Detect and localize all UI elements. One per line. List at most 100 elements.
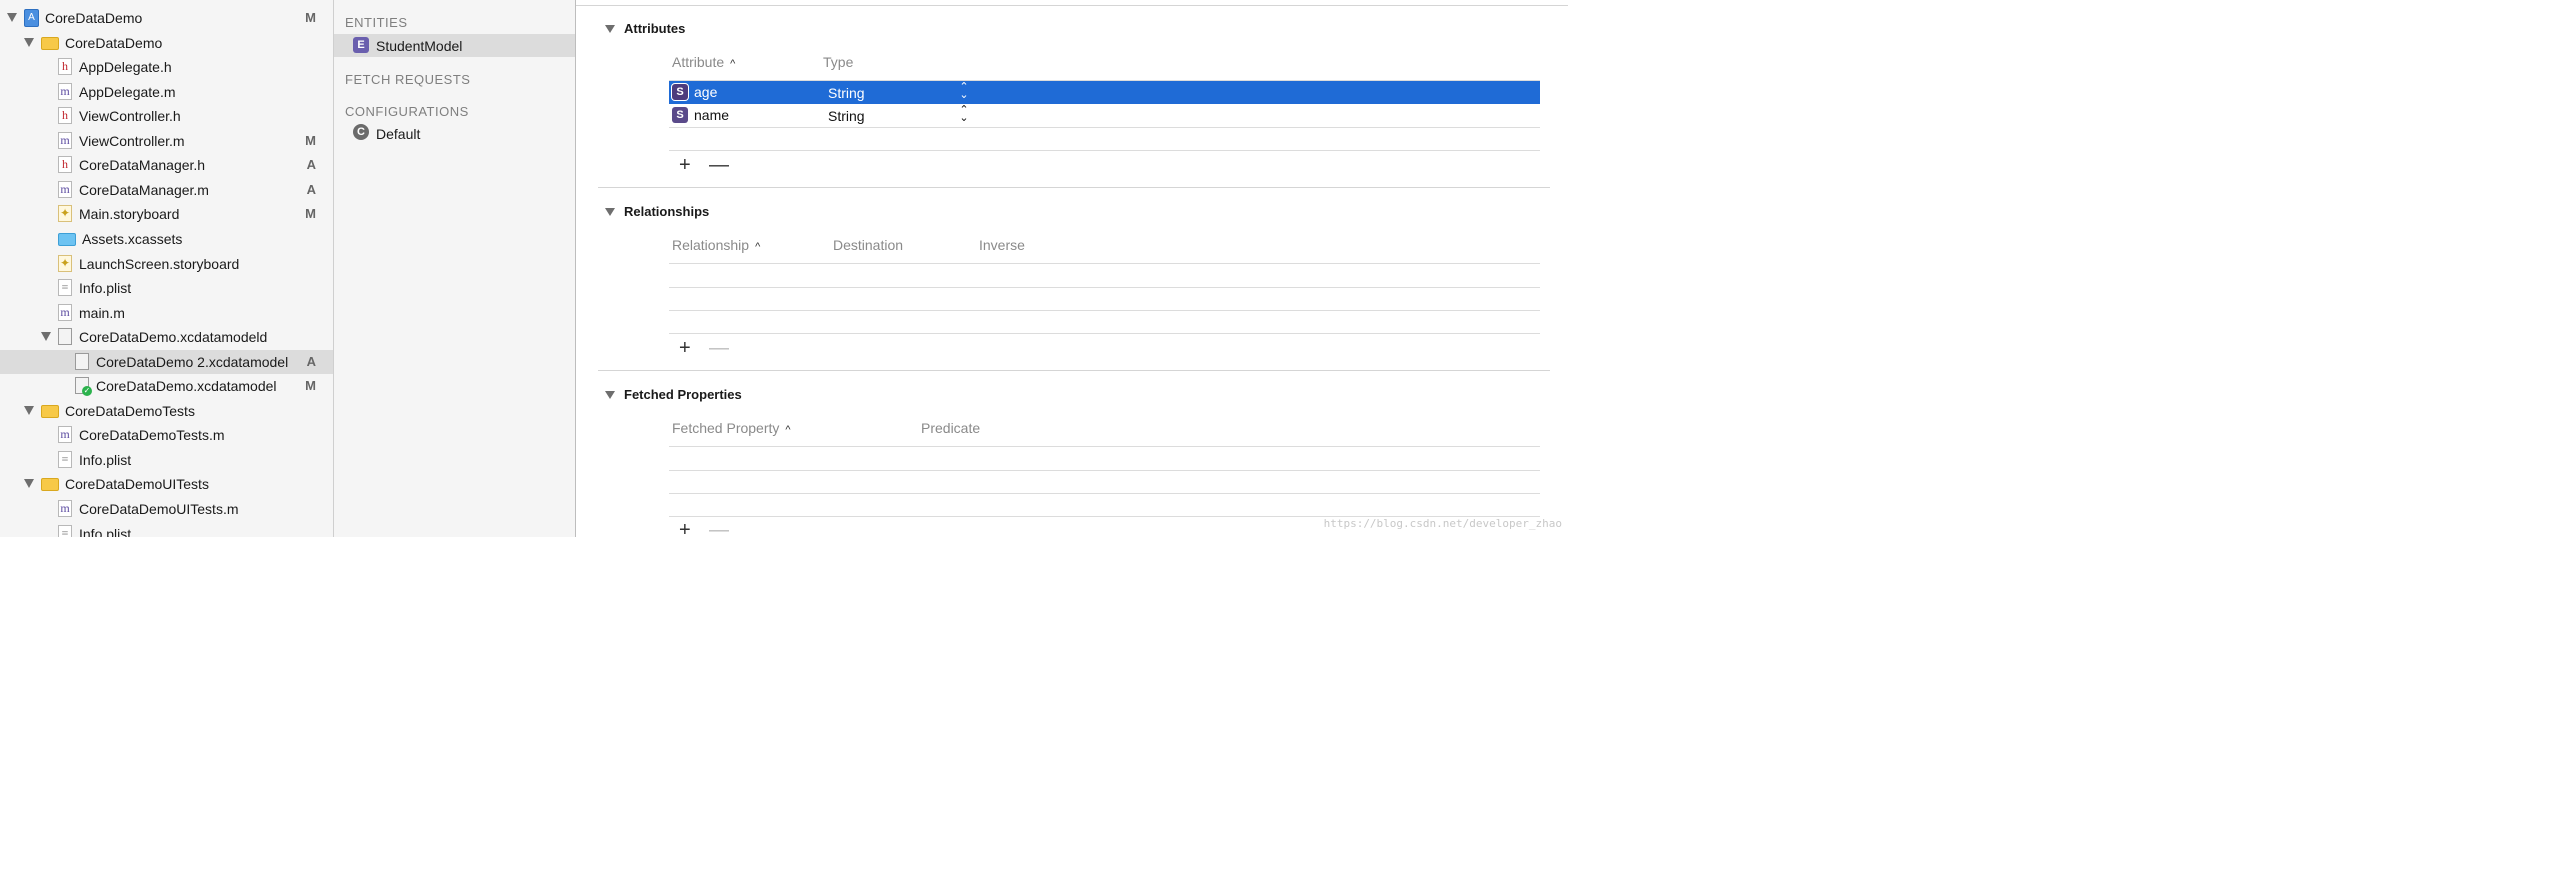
attribute-name[interactable]: age [694,84,717,100]
navigator-row[interactable]: m CoreDataDemoTests.m [0,423,333,447]
disclosure-triangle-icon[interactable] [24,405,34,415]
navigator-item-label: CoreDataDemo [45,10,143,26]
navigator-row[interactable]: m ViewController.m M [0,129,333,153]
navigator-item-label: CoreDataDemo 2.xcdatamodel [96,353,289,370]
fetched-property-column-header[interactable]: Fetched Property ^ [672,420,791,436]
navigator-item-label: Info.plist [79,525,132,537]
scm-status-badge: M [305,10,316,25]
disclosure-triangle-icon[interactable] [7,13,17,22]
fetched-property-column-label: Fetched Property [672,420,780,436]
scm-status-badge: M [305,132,316,148]
navigator-row[interactable]: Assets.xcassets [0,227,333,251]
disclosure-triangle-icon[interactable] [24,37,34,47]
navigator-item-label: Main.storyboard [79,206,180,223]
row-divider [669,493,1540,494]
storyboard-icon: ✦ [58,254,72,272]
row-divider [669,310,1540,311]
add-relationship-button[interactable]: + [679,338,691,358]
fetched-properties-disclosure-icon[interactable] [605,391,615,399]
attribute-column-header[interactable]: Attribute ^ [672,54,735,70]
current-version-check-icon: ✓ [82,386,92,397]
configurations-header: CONFIGURATIONS [345,104,469,119]
entity-row-studentmodel[interactable]: E StudentModel [334,34,575,57]
navigator-row[interactable]: m CoreDataManager.m A [0,178,333,202]
relationships-title: Relationships [624,204,710,219]
navigator-row[interactable]: CoreDataDemo.xcdatamodeld [0,325,333,349]
disclosure-triangle-icon[interactable] [41,332,51,342]
entity-icon: E [353,37,369,53]
navigator-row[interactable]: ≡ Info.plist [0,276,333,300]
attribute-row-age[interactable]: S age String ⌃ ⌄ [669,81,1540,104]
attribute-type-select[interactable]: String [828,85,865,101]
header-divider [669,263,1540,264]
fetched-properties-title: Fetched Properties [624,387,742,402]
remove-fetched-property-button[interactable]: — [709,520,729,540]
implementation-file-icon: m [58,500,72,517]
navigator-item-label: CoreDataDemo [65,34,163,51]
navigator-row[interactable]: ✦ LaunchScreen.storyboard [0,252,333,276]
add-attribute-button[interactable]: + [679,155,691,175]
navigator-item-label: ViewController.h [79,108,181,125]
datamodel-icon [75,352,89,370]
type-stepper-icon[interactable]: ⌃ ⌄ [959,82,969,101]
navigator-item-label: CoreDataDemo.xcdatamodeld [79,329,268,346]
add-fetched-property-button[interactable]: + [679,520,691,540]
navigator-row[interactable]: CoreDataDemoUITests [0,472,333,496]
navigator-row[interactable]: CoreDataDemoTests [0,399,333,423]
configuration-label: Default [376,126,421,142]
relationships-disclosure-icon[interactable] [605,208,615,216]
navigator-item-label: CoreDataDemoTests [65,402,195,419]
relationship-column-header[interactable]: Relationship ^ [672,237,760,253]
scm-status-badge: M [305,378,316,394]
fetch-requests-header: FETCH REQUESTS [345,72,471,87]
attribute-type-select[interactable]: String [828,108,865,124]
attributes-disclosure-icon[interactable] [605,25,615,33]
navigator-row[interactable]: m main.m [0,301,333,325]
scm-status-badge: A [306,181,316,197]
navigator-item-label: LaunchScreen.storyboard [79,255,240,272]
project-navigator: A CoreDataDemo M CoreDataDemo h AppDelegate.h… [0,0,334,537]
inverse-column-header[interactable]: Inverse [979,237,1025,253]
navigator-row[interactable]: CoreDataDemo [0,31,333,55]
section-divider [598,187,1550,188]
data-model-editor: Attributes Attribute ^ Type S age String … [576,0,1568,540]
sort-ascending-icon: ^ [785,424,791,436]
navigator-row[interactable]: h AppDelegate.h [0,55,333,79]
navigator-item-label: main.m [79,304,125,321]
navigator-item-label: CoreDataDemo.xcdatamodel [96,378,277,395]
top-divider [576,5,1568,6]
navigator-row[interactable]: ✦ Main.storyboard M [0,202,333,226]
scm-status-badge: A [306,353,316,369]
navigator-row[interactable]: h CoreDataManager.h A [0,153,333,177]
predicate-column-header[interactable]: Predicate [921,420,980,436]
asset-catalog-icon [58,232,76,246]
plist-icon: ≡ [58,450,72,468]
navigator-row[interactable]: A CoreDataDemo M [0,6,333,30]
destination-column-header[interactable]: Destination [833,237,903,253]
attribute-name[interactable]: name [694,107,729,123]
disclosure-triangle-icon[interactable] [24,479,34,489]
navigator-row[interactable]: m CoreDataDemoUITests.m [0,497,333,521]
configuration-row-default[interactable]: C Default [334,122,575,145]
attribute-column-label: Attribute [672,54,725,70]
remove-relationship-button[interactable]: — [709,338,729,358]
navigator-row[interactable]: m AppDelegate.m [0,80,333,104]
header-divider [669,446,1540,447]
implementation-file-icon: m [58,180,72,198]
navigator-row[interactable]: ✓ CoreDataDemo.xcdatamodel M [0,374,333,398]
header-file-icon: h [58,107,72,125]
attribute-row-name[interactable]: S name String ⌃ ⌄ [669,104,1540,127]
row-divider [669,287,1540,288]
remove-attribute-button[interactable]: — [709,155,729,175]
type-column-header[interactable]: Type [823,54,853,70]
navigator-row[interactable]: ≡ Info.plist [0,522,333,537]
scm-status-badge: A [306,157,316,173]
row-divider [669,127,1540,128]
sort-ascending-icon: ^ [730,58,736,70]
navigator-row[interactable]: h ViewController.h [0,104,333,128]
attributes-title: Attributes [624,21,686,36]
navigator-row[interactable]: CoreDataDemo 2.xcdatamodel A [0,349,333,374]
navigator-row[interactable]: ≡ Info.plist [0,448,333,472]
implementation-file-icon: m [58,303,72,321]
type-stepper-icon[interactable]: ⌃ ⌄ [959,105,969,124]
